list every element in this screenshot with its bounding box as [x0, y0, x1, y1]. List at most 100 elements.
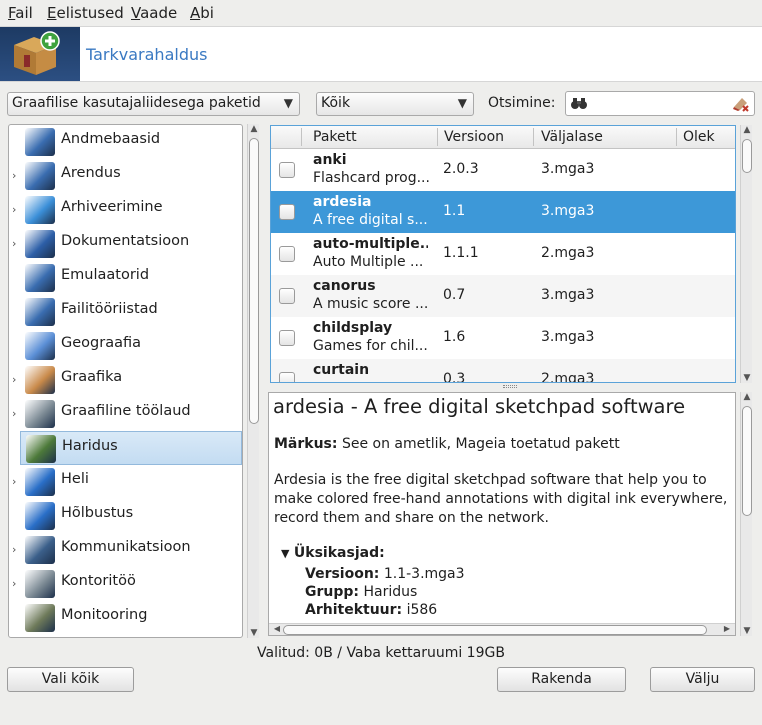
status-filter-value: Kõik — [321, 95, 351, 111]
expander-icon[interactable]: › — [12, 203, 16, 216]
package-details: ardesia - A free digital sketchpad softw… — [268, 392, 736, 636]
category-label: Arendus — [61, 165, 121, 181]
category-item[interactable]: › Arendus — [9, 159, 242, 193]
arch-value: i586 — [402, 602, 438, 618]
install-checkbox[interactable] — [279, 246, 295, 262]
package-add-icon — [0, 27, 80, 81]
install-checkbox[interactable] — [279, 162, 295, 178]
category-item[interactable]: Haridus — [20, 431, 242, 465]
scroll-right-icon[interactable]: ▶ — [721, 624, 733, 633]
category-label: Monitooring — [61, 607, 148, 623]
expander-icon[interactable]: › — [12, 237, 16, 250]
accessibility-icon — [25, 502, 55, 530]
category-scrollbar[interactable]: ▲ ▼ — [247, 124, 259, 638]
details-section-toggle[interactable]: ▼ Üksikasjad: — [281, 545, 385, 561]
category-item[interactable]: › Arhiveerimine — [9, 193, 242, 227]
category-item[interactable]: › Graafika — [9, 363, 242, 397]
install-checkbox[interactable] — [279, 288, 295, 304]
category-item[interactable]: Failitööriistad — [9, 295, 242, 329]
category-item[interactable]: Emulaatorid — [9, 261, 242, 295]
scroll-down-icon[interactable]: ▼ — [248, 628, 260, 638]
table-row[interactable]: anki Flashcard prog... 2.0.3 3.mga3 — [271, 149, 735, 191]
development-icon — [25, 162, 55, 190]
package-version: 1.6 — [443, 329, 466, 345]
details-description-line: record them and share on the network. — [274, 510, 549, 526]
note-label: Märkus: — [274, 436, 338, 452]
table-row[interactable]: canorus A music score ... 0.7 3.mga3 — [271, 275, 735, 317]
expander-icon[interactable]: › — [12, 169, 16, 182]
column-header-status[interactable]: Olek — [683, 129, 715, 145]
table-row[interactable]: ardesia A free digital s... 1.1 3.mga3 — [271, 191, 735, 233]
details-section-label: Üksikasjad: — [293, 545, 385, 561]
category-scrollbar-thumb[interactable] — [249, 138, 259, 424]
chevron-down-icon: ▼ — [457, 96, 467, 110]
package-scrollbar-thumb[interactable] — [742, 139, 752, 173]
package-name: anki — [313, 152, 347, 168]
scroll-up-icon[interactable]: ▲ — [741, 125, 753, 135]
menubar: Fail Eelistused Vaade Abi — [0, 0, 762, 26]
category-label: Arhiveerimine — [61, 199, 163, 215]
scroll-down-icon[interactable]: ▼ — [741, 626, 753, 636]
install-checkbox[interactable] — [279, 372, 295, 382]
install-checkbox[interactable] — [279, 204, 295, 220]
package-release: 3.mga3 — [541, 287, 595, 303]
expander-icon[interactable]: › — [12, 577, 16, 590]
install-checkbox[interactable] — [279, 330, 295, 346]
type-filter-select[interactable]: Graafilise kasutajaliidesega paketid ▼ — [7, 92, 300, 116]
details-scrollbar-thumb[interactable] — [742, 406, 752, 516]
app-title: Tarkvarahaldus — [86, 45, 208, 64]
category-item[interactable]: Monitooring — [9, 601, 242, 635]
scroll-left-icon[interactable]: ◀ — [271, 624, 283, 633]
details-scrollbar[interactable]: ▲ ▼ — [740, 392, 752, 636]
quit-button[interactable]: Välju — [650, 667, 755, 692]
column-header-version[interactable]: Versioon — [444, 129, 504, 145]
table-row[interactable]: curtain 0.3 2.mga3 — [271, 359, 735, 382]
select-all-button[interactable]: Vali kõik — [7, 667, 134, 692]
clear-search-icon[interactable] — [732, 95, 750, 116]
group-label: Grupp: — [305, 584, 360, 600]
menu-view[interactable]: Vaade — [131, 4, 177, 22]
package-name: auto-multiple... — [313, 236, 428, 252]
archive-icon — [25, 196, 55, 224]
scroll-up-icon[interactable]: ▲ — [248, 124, 260, 134]
category-item[interactable]: Andmebaasid — [9, 125, 242, 159]
category-item[interactable]: › Dokumentatsioon — [9, 227, 242, 261]
package-release: 3.mga3 — [541, 329, 595, 345]
scroll-down-icon[interactable]: ▼ — [741, 373, 753, 383]
category-item[interactable]: Hõlbustus — [9, 499, 242, 533]
apply-button[interactable]: Rakenda — [497, 667, 626, 692]
column-header-release[interactable]: Väljalase — [541, 129, 603, 145]
banner: Tarkvarahaldus — [0, 26, 762, 82]
status-filter-select[interactable]: Kõik ▼ — [316, 92, 474, 116]
splitter-handle[interactable] — [503, 385, 517, 388]
column-separator — [533, 128, 534, 146]
category-item[interactable]: › Heli — [9, 465, 242, 499]
category-item[interactable]: › Graafiline töölaud — [9, 397, 242, 431]
table-row[interactable]: auto-multiple... Auto Multiple ... 1.1.1 2.… — [271, 233, 735, 275]
scroll-up-icon[interactable]: ▲ — [741, 392, 753, 402]
expander-icon[interactable]: › — [12, 373, 16, 386]
menu-help[interactable]: Abi — [190, 4, 214, 22]
search-input[interactable] — [565, 91, 755, 116]
package-scrollbar[interactable]: ▲ ▼ — [740, 125, 752, 383]
package-release: 3.mga3 — [541, 161, 595, 177]
package-summary: Auto Multiple ... — [313, 254, 424, 270]
details-hscrollbar-thumb[interactable] — [283, 625, 707, 635]
details-hscrollbar[interactable]: ◀ ▶ — [269, 623, 735, 635]
category-item[interactable]: Geograafia — [9, 329, 242, 363]
menu-file[interactable]: Fail — [8, 4, 33, 22]
category-label: Dokumentatsioon — [61, 233, 190, 249]
chevron-down-icon: ▼ — [283, 96, 293, 110]
expander-icon[interactable]: › — [12, 475, 16, 488]
binoculars-icon — [570, 95, 588, 115]
table-header: Pakett Versioon Väljalase Olek — [271, 126, 735, 149]
category-item[interactable]: › Kommunikatsioon — [9, 533, 242, 567]
expander-icon[interactable]: › — [12, 407, 16, 420]
expander-icon[interactable]: › — [12, 543, 16, 556]
database-icon — [25, 128, 55, 156]
column-header-package[interactable]: Pakett — [313, 129, 357, 145]
menu-preferences[interactable]: Eelistused — [47, 4, 124, 22]
category-item[interactable]: › Kontoritöö — [9, 567, 242, 601]
table-row[interactable]: childsplay Games for chil... 1.6 3.mga3 — [271, 317, 735, 359]
emulator-icon — [25, 264, 55, 292]
